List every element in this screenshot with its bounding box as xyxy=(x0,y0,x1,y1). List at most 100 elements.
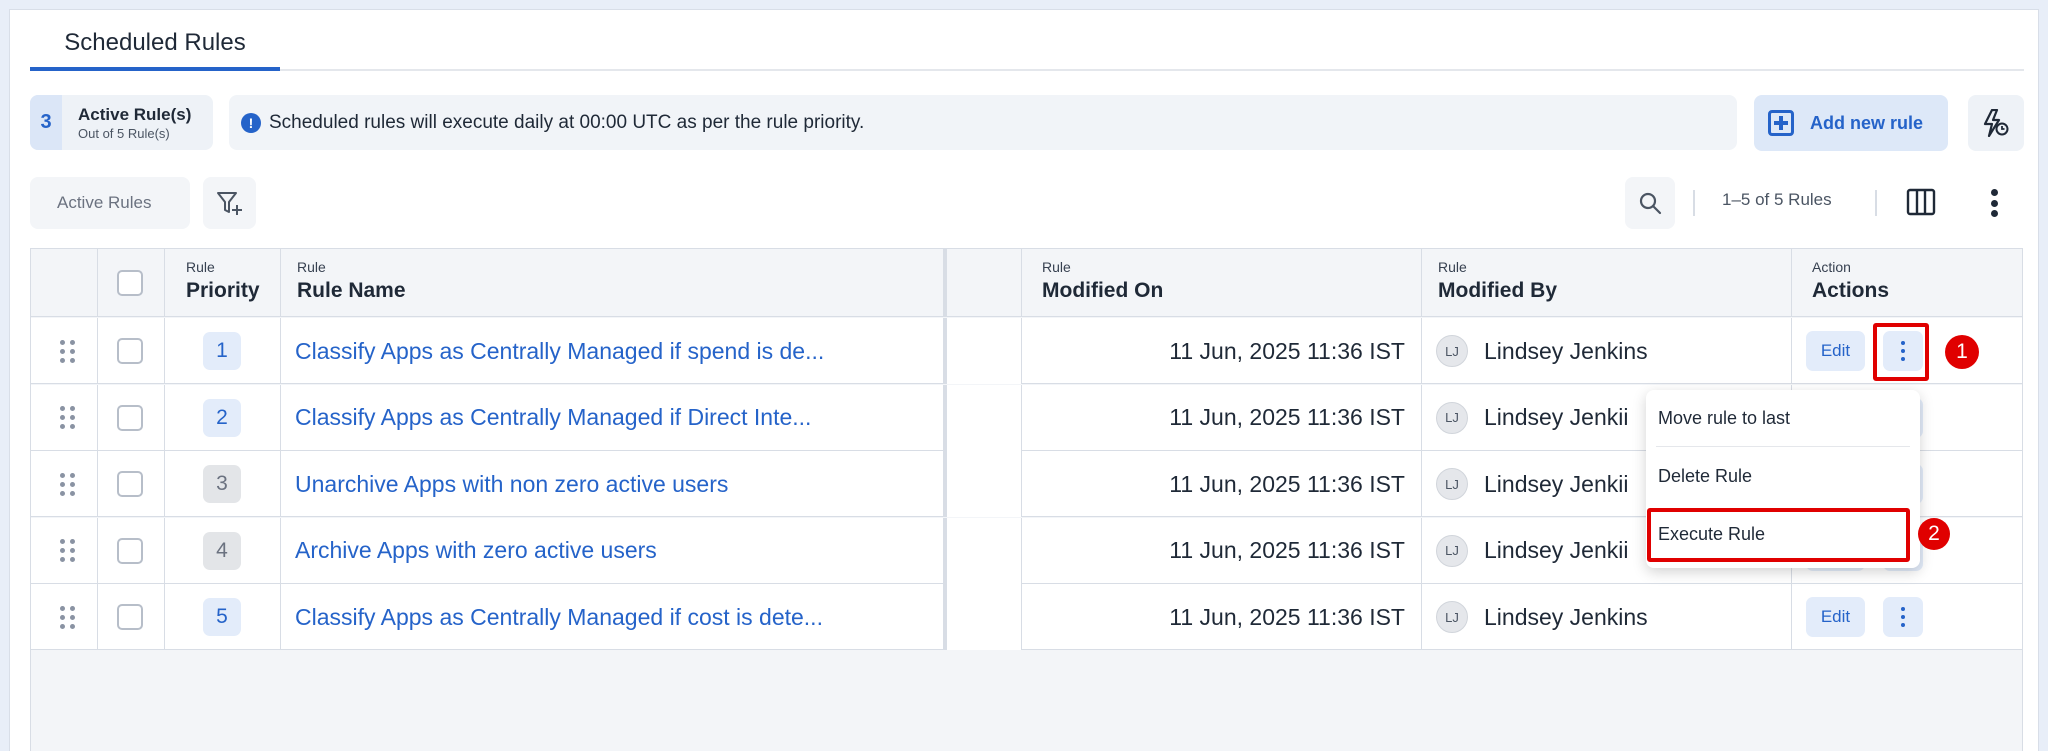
active-rules-title: Active Rule(s) xyxy=(78,104,192,124)
rule-name-cell: Classify Apps as Centrally Managed if sp… xyxy=(281,318,947,384)
add-filter-button[interactable] xyxy=(203,177,256,229)
row-checkbox[interactable] xyxy=(117,338,143,364)
actions-column-header: Action Actions xyxy=(1792,249,2024,317)
modified-on-text: 11 Jun, 2025 11:36 IST xyxy=(1169,603,1405,630)
drag-handle-icon[interactable] xyxy=(60,472,75,496)
rule-name-cell: Unarchive Apps with non zero active user… xyxy=(281,451,947,517)
priority-badge: 2 xyxy=(203,398,241,437)
avatar: LJ xyxy=(1436,601,1468,633)
edit-button[interactable]: Edit xyxy=(1806,597,1865,637)
more-options-icon[interactable] xyxy=(1984,187,2004,219)
modified-on-text: 11 Jun, 2025 11:36 IST xyxy=(1169,470,1405,497)
row-checkbox[interactable] xyxy=(117,537,143,564)
priority-cell: 4 xyxy=(165,517,281,584)
rule-name-link[interactable]: Classify Apps as Centrally Managed if Di… xyxy=(281,404,811,431)
add-new-rule-button[interactable]: Add new rule xyxy=(1754,95,1948,151)
column-label: Actions xyxy=(1812,279,1890,302)
column-label: Priority xyxy=(186,279,260,302)
active-rules-summary: 3 Active Rule(s) Out of 5 Rule(s) xyxy=(30,95,213,150)
search-button[interactable] xyxy=(1625,177,1675,229)
info-banner: ! Scheduled rules will execute daily at … xyxy=(229,95,1737,150)
run-rules-button[interactable] xyxy=(1968,95,2024,151)
active-rules-count: 3 xyxy=(30,95,62,150)
columns-button[interactable] xyxy=(1906,187,1936,217)
modified-by-text: Lindsey Jenkii xyxy=(1484,470,1629,497)
priority-cell: 2 xyxy=(165,384,281,451)
active-rules-filter[interactable]: Active Rules xyxy=(30,177,190,229)
row-checkbox[interactable] xyxy=(117,604,143,630)
rule-name-link[interactable]: Classify Apps as Centrally Managed if sp… xyxy=(281,338,824,365)
table-row[interactable]: 5 Classify Apps as Centrally Managed if … xyxy=(31,584,2022,650)
priority-badge: 5 xyxy=(203,598,241,636)
modified-on-text: 11 Jun, 2025 11:36 IST xyxy=(1169,404,1405,430)
select-all-header xyxy=(98,249,165,317)
add-box-icon xyxy=(1768,110,1794,136)
priority-badge: 3 xyxy=(203,465,241,503)
rule-name-cell: Classify Apps as Centrally Managed if Di… xyxy=(281,384,947,451)
modified-on-cell: 11 Jun, 2025 11:36 IST xyxy=(1022,451,1422,517)
rule-name-column-header[interactable]: Rule Rule Name xyxy=(281,249,947,317)
drag-handle-cell xyxy=(31,318,98,384)
actions-cell: Edit xyxy=(1792,584,2024,650)
menu-item-move-rule-to-last[interactable]: Move rule to last xyxy=(1646,390,1920,446)
row-more-icon[interactable] xyxy=(1883,597,1923,637)
modified-by-cell: LJ Lindsey Jenkins xyxy=(1422,318,1792,384)
select-cell xyxy=(98,384,165,451)
table-row[interactable]: 1 Classify Apps as Centrally Managed if … xyxy=(31,318,2022,384)
drag-handle-icon[interactable] xyxy=(60,406,75,429)
spacer-column-header xyxy=(947,249,1022,317)
select-cell xyxy=(98,517,165,584)
tab-scheduled-rules[interactable]: Scheduled Rules xyxy=(30,18,280,71)
spacer-cell xyxy=(947,451,1022,517)
menu-divider xyxy=(1656,446,1910,447)
drag-handle-cell xyxy=(31,584,98,650)
priority-badge: 4 xyxy=(203,531,241,570)
column-group-label: Rule xyxy=(1042,259,1071,275)
row-checkbox[interactable] xyxy=(117,471,143,497)
column-group-label: Rule xyxy=(297,259,326,275)
modified-by-text: Lindsey Jenkii xyxy=(1484,404,1629,430)
priority-badge: 1 xyxy=(203,332,241,370)
callout-badge-1: 1 xyxy=(1945,335,1979,369)
active-rules-subtitle: Out of 5 Rule(s) xyxy=(78,125,170,141)
rule-name-link[interactable]: Archive Apps with zero active users xyxy=(281,537,657,564)
divider xyxy=(1693,190,1695,216)
select-all-checkbox[interactable] xyxy=(117,270,143,296)
column-label: Modified By xyxy=(1438,279,1557,302)
info-icon: ! xyxy=(241,112,261,133)
row-checkbox[interactable] xyxy=(117,404,143,431)
modified-on-text: 11 Jun, 2025 11:36 IST xyxy=(1169,537,1405,563)
modified-by-column-header[interactable]: Rule Modified By xyxy=(1422,249,1792,317)
drag-handle-icon[interactable] xyxy=(60,339,75,363)
select-cell xyxy=(98,584,165,650)
column-label: Rule Name xyxy=(297,279,406,302)
drag-column-header xyxy=(31,249,98,317)
priority-cell: 3 xyxy=(165,451,281,517)
tab-bar: Scheduled Rules xyxy=(30,18,2024,71)
spacer-cell xyxy=(947,384,1022,451)
modified-on-column-header[interactable]: Rule Modified On xyxy=(1022,249,1422,317)
highlight-box-execute xyxy=(1647,508,1910,562)
rule-name-link[interactable]: Classify Apps as Centrally Managed if co… xyxy=(281,604,823,631)
rule-name-cell: Archive Apps with zero active users xyxy=(281,517,947,584)
rule-name-link[interactable]: Unarchive Apps with non zero active user… xyxy=(281,471,728,498)
divider xyxy=(1875,190,1877,216)
avatar: LJ xyxy=(1436,335,1468,367)
filter-plus-icon xyxy=(216,192,242,215)
drag-handle-icon[interactable] xyxy=(60,539,75,562)
callout-badge-2: 2 xyxy=(1918,518,1950,550)
search-icon xyxy=(1639,192,1662,215)
avatar: LJ xyxy=(1436,468,1468,500)
modified-by-text: Lindsey Jenkins xyxy=(1484,337,1648,364)
pagination-label: 1–5 of 5 Rules xyxy=(1722,190,1832,209)
column-group-label: Rule xyxy=(1438,259,1467,275)
priority-cell: 1 xyxy=(165,318,281,384)
info-text: Scheduled rules will execute daily at 00… xyxy=(269,111,865,133)
menu-item-delete-rule[interactable]: Delete Rule xyxy=(1646,448,1920,504)
drag-handle-icon[interactable] xyxy=(60,605,75,629)
edit-button[interactable]: Edit xyxy=(1806,331,1865,371)
priority-column-header[interactable]: Rule Priority xyxy=(165,249,281,317)
lightning-clock-icon xyxy=(1983,109,2009,137)
modified-by-text: Lindsey Jenkins xyxy=(1484,603,1648,630)
select-cell xyxy=(98,318,165,384)
